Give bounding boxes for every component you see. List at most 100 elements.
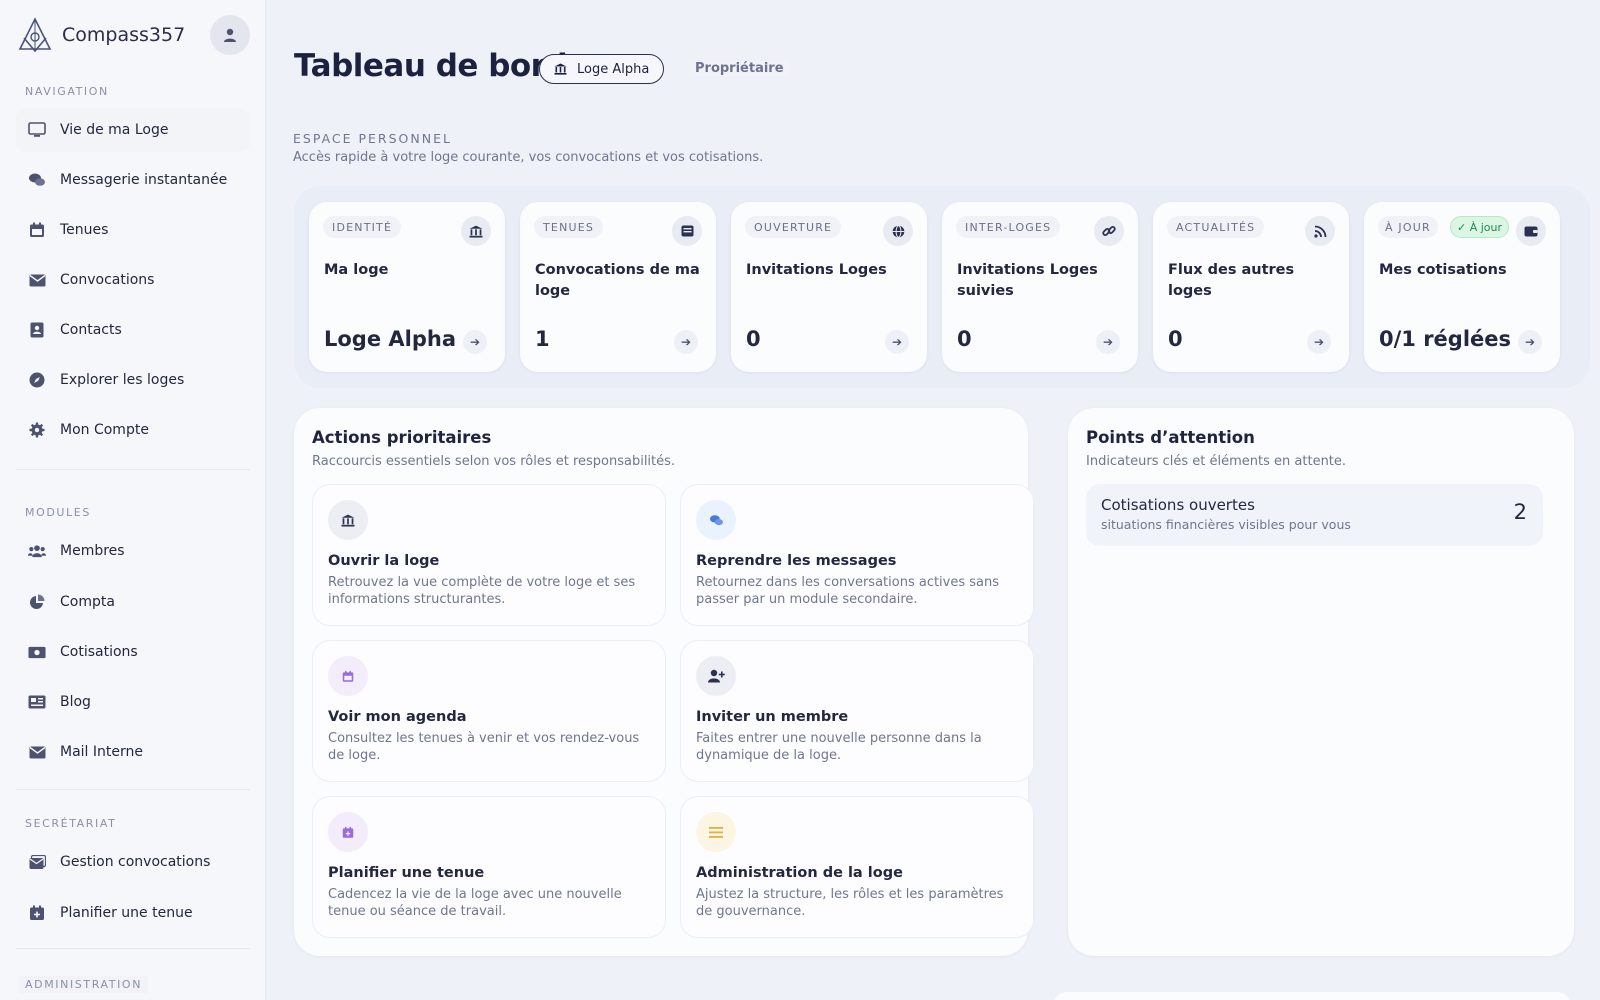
bank-icon	[328, 500, 368, 540]
sidebar-item-convocations[interactable]: Convocations	[16, 258, 250, 302]
sidebar-item-planifier-une-tenue[interactable]: Planifier une tenue	[16, 891, 250, 935]
sidebar-divider	[16, 469, 250, 470]
card-value: 0	[1168, 327, 1183, 351]
action-description: Faites entrer une nouvelle personne dans…	[696, 731, 982, 763]
calendar-icon	[328, 656, 368, 696]
section-label-administration: ADMINISTRATION	[19, 976, 149, 993]
compass-icon	[28, 371, 46, 389]
action-description: Retournez dans les conversations actives…	[696, 575, 1000, 607]
sidebar-item-mon-compte[interactable]: Mon Compte	[16, 408, 250, 452]
sidebar-item-vie-de-ma-loge[interactable]: Vie de ma Loge	[16, 108, 250, 152]
calendar-plus-icon	[28, 904, 46, 922]
attention-panel: Points d’attention Indicateurs clés et é…	[1068, 408, 1574, 956]
action-description: Ajustez la structure, les rôles et les p…	[696, 887, 1004, 919]
sidebar-item-messagerie[interactable]: Messagerie instantanée	[16, 158, 250, 202]
arrow-right-icon[interactable]: ➔	[1307, 330, 1331, 354]
gear-icon	[28, 421, 46, 439]
sidebar-item-label: Mail Interne	[60, 744, 143, 760]
card-tag: OUVERTURE	[745, 216, 842, 238]
sidebar-item-label: Messagerie instantanée	[60, 172, 228, 188]
action-voir-mon-agenda[interactable]: Voir mon agenda Consultez les tenues à v…	[312, 640, 666, 782]
sidebar-item-gestion-convocations[interactable]: Gestion convocations	[16, 840, 250, 884]
arrow-right-icon[interactable]: ➔	[463, 330, 487, 354]
arrow-right-icon[interactable]: ➔	[1096, 330, 1120, 354]
sidebar-item-mail-interne[interactable]: Mail Interne	[16, 730, 250, 774]
calendar-plus-icon	[328, 812, 368, 852]
sidebar-item-explorer-les-loges[interactable]: Explorer les loges	[16, 358, 250, 402]
account-avatar-button[interactable]	[210, 15, 250, 55]
action-inviter-un-membre[interactable]: Inviter un membre Faites entrer une nouv…	[680, 640, 1034, 782]
action-title: Ouvrir la loge	[328, 553, 440, 569]
arrow-right-icon[interactable]: ➔	[1518, 330, 1542, 354]
chat-icon	[696, 500, 736, 540]
card-ma-loge[interactable]: IDENTITÉ Ma loge Loge Alpha ➔	[309, 202, 505, 372]
sidebar-item-blog[interactable]: Blog	[16, 680, 250, 724]
action-administration-de-la-loge[interactable]: Administration de la loge Ajustez la str…	[680, 796, 1034, 938]
panel-title: Actions prioritaires	[312, 428, 492, 447]
page-title: Tableau de bord	[294, 48, 568, 84]
user-plus-icon	[696, 656, 736, 696]
action-title: Reprendre les messages	[696, 553, 897, 569]
sidebar-item-label: Membres	[60, 543, 125, 559]
sidebar-item-contacts[interactable]: Contacts	[16, 308, 250, 352]
brand[interactable]: Compass357	[16, 16, 185, 54]
action-ouvrir-la-loge[interactable]: Ouvrir la loge Retrouvez la vue complète…	[312, 484, 666, 626]
card-flux-autres-loges[interactable]: ACTUALITÉS Flux des autres loges 0 ➔	[1153, 202, 1349, 372]
sidebar-item-membres[interactable]: Membres	[16, 529, 250, 573]
card-title: Invitations Loges suivies	[957, 262, 1098, 299]
sidebar-item-label: Tenues	[60, 222, 109, 238]
envelope-icon	[28, 743, 46, 761]
action-planifier-une-tenue[interactable]: Planifier une tenue Cadencez la vie de l…	[312, 796, 666, 938]
attention-item-description: situations financières visibles pour vou…	[1101, 517, 1351, 532]
sidebar-item-tenues[interactable]: Tenues	[16, 208, 250, 252]
card-convocations[interactable]: TENUES Convocations de ma loge 1 ➔	[520, 202, 716, 372]
card-invitations-loges[interactable]: OUVERTURE Invitations Loges 0 ➔	[731, 202, 927, 372]
card-tag: TENUES	[534, 216, 604, 238]
attention-item-cotisations-ouvertes[interactable]: Cotisations ouvertes situations financiè…	[1086, 484, 1543, 546]
card-tag: À JOUR	[1378, 216, 1438, 238]
chat-icon	[28, 171, 46, 189]
action-title: Voir mon agenda	[328, 709, 467, 725]
role-label: Propriétaire	[689, 61, 790, 76]
sidebar-item-label: Convocations	[60, 272, 155, 288]
sidebar-divider	[16, 948, 250, 949]
sidebar-item-label: Vie de ma Loge	[60, 122, 169, 138]
card-tag: INTER-LOGES	[956, 216, 1061, 238]
action-title: Administration de la loge	[696, 865, 903, 881]
card-title: Invitations Loges	[746, 262, 887, 278]
sidebar-divider	[16, 789, 250, 790]
bank-icon	[461, 216, 491, 246]
compass-square-logo-icon	[18, 17, 52, 53]
sidebar-item-label: Compta	[60, 594, 115, 610]
sidebar-item-cotisations[interactable]: Cotisations	[16, 630, 250, 674]
card-value: 0	[957, 327, 972, 351]
card-title: Flux des autres loges	[1168, 262, 1295, 299]
mail-bulk-icon	[672, 216, 702, 246]
newspaper-icon	[28, 693, 46, 711]
list-icon	[696, 812, 736, 852]
contact-card-icon	[28, 321, 46, 339]
sidebar-item-label: Contacts	[60, 322, 122, 338]
wallet-icon	[1516, 216, 1546, 246]
sidebar-item-label: Planifier une tenue	[60, 905, 193, 921]
main-content: Tableau de bord Loge Alpha Propriétaire …	[266, 0, 1600, 1000]
card-invitations-suivies[interactable]: INTER-LOGES Invitations Loges suivies 0 …	[942, 202, 1138, 372]
current-loge-pill[interactable]: Loge Alpha	[539, 54, 665, 84]
pie-chart-icon	[28, 593, 46, 611]
card-mes-cotisations[interactable]: À JOUR ✓ À jour Mes cotisations 0/1 régl…	[1364, 202, 1560, 372]
card-title: Ma loge	[324, 262, 389, 278]
action-description: Consultez les tenues à venir et vos rend…	[328, 731, 640, 763]
arrow-right-icon[interactable]: ➔	[674, 330, 698, 354]
attention-item-title: Cotisations ouvertes	[1101, 496, 1255, 514]
status-badge: ✓ À jour	[1450, 216, 1510, 238]
action-title: Planifier une tenue	[328, 865, 485, 881]
action-reprendre-les-messages[interactable]: Reprendre les messages Retournez dans le…	[680, 484, 1034, 626]
bank-icon	[554, 63, 567, 75]
card-title: Mes cotisations	[1379, 262, 1507, 278]
next-panel-edge	[1053, 992, 1571, 1000]
arrow-right-icon[interactable]: ➔	[885, 330, 909, 354]
brand-name: Compass357	[62, 24, 186, 46]
card-value: 0/1 réglées	[1379, 327, 1512, 351]
sidebar-item-label: Explorer les loges	[60, 372, 185, 388]
sidebar-item-compta[interactable]: Compta	[16, 580, 250, 624]
